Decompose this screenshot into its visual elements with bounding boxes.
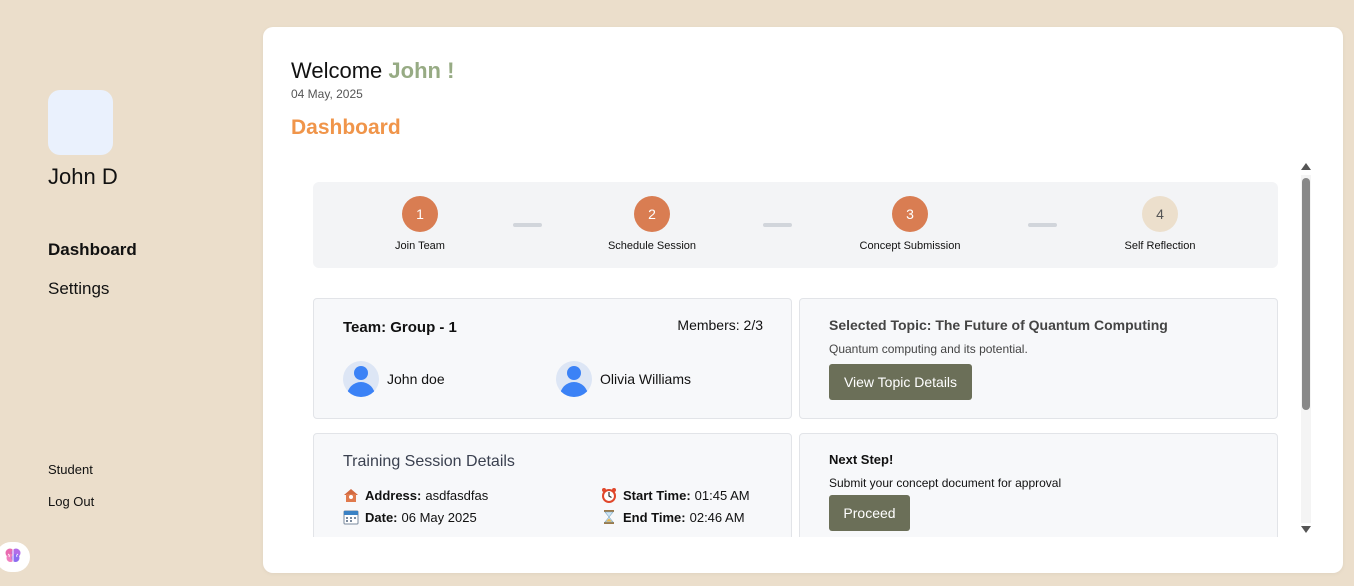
profile-avatar — [48, 90, 113, 155]
step-schedule-session[interactable]: 2 Schedule Session — [587, 196, 717, 252]
step-label: Join Team — [395, 240, 445, 252]
end-time-info: End Time: 02:46 AM — [601, 509, 745, 525]
topic-title: Selected Topic: The Future of Quantum Co… — [829, 317, 1168, 333]
step-number: 2 — [634, 196, 670, 232]
hourglass-icon — [601, 509, 617, 525]
step-connector — [1028, 223, 1057, 227]
nav-dashboard[interactable]: Dashboard — [48, 240, 137, 260]
date-label: Date: — [365, 509, 398, 525]
house-icon — [343, 487, 359, 503]
start-time-value: 01:45 AM — [694, 487, 750, 503]
next-step-description: Submit your concept document for approva… — [829, 476, 1062, 490]
nav-settings[interactable]: Settings — [48, 279, 109, 299]
member-name: John doe — [387, 371, 445, 387]
date-value: 06 May 2025 — [401, 509, 477, 525]
next-step-card: Next Step! Submit your concept document … — [799, 433, 1278, 537]
date-info: Date: 06 May 2025 — [343, 509, 477, 525]
step-number: 1 — [402, 196, 438, 232]
welcome-heading: Welcome John ! — [291, 58, 454, 84]
training-title: Training Session Details — [343, 453, 515, 470]
team-member: Olivia Williams — [556, 361, 691, 397]
step-label: Schedule Session — [607, 240, 697, 252]
topic-card: Selected Topic: The Future of Quantum Co… — [799, 298, 1278, 419]
training-session-card: Training Session Details Address: asdfas… — [313, 433, 792, 537]
end-time-label: End Time: — [623, 509, 686, 525]
step-concept-submission[interactable]: 3 Concept Submission — [845, 196, 975, 252]
welcome-prefix: Welcome — [291, 58, 389, 83]
logout-link[interactable]: Log Out — [48, 494, 94, 509]
members-count: Members: 2/3 — [677, 317, 763, 333]
page-title: Dashboard — [291, 116, 401, 139]
step-connector — [513, 223, 542, 227]
start-time-label: Start Time: — [623, 487, 691, 503]
step-number: 3 — [892, 196, 928, 232]
team-title: Team: Group - 1 — [343, 319, 457, 336]
end-time-value: 02:46 AM — [689, 509, 745, 525]
proceed-button[interactable]: Proceed — [829, 495, 910, 531]
next-step-title: Next Step! — [829, 452, 894, 467]
sidebar: John D Dashboard Settings Student Log Ou… — [0, 0, 263, 586]
calendar-icon — [343, 509, 359, 525]
step-connector — [763, 223, 792, 227]
team-member: John doe — [343, 361, 445, 397]
step-label: Self Reflection — [1124, 240, 1196, 252]
assistant-button[interactable] — [0, 542, 30, 572]
address-value: asdfasdfas — [425, 487, 489, 503]
step-join-team[interactable]: 1 Join Team — [355, 196, 485, 252]
start-time-info: Start Time: 01:45 AM — [601, 487, 750, 503]
address-info: Address: asdfasdfas — [343, 487, 488, 503]
member-name: Olivia Williams — [600, 371, 691, 387]
user-role: Student — [48, 462, 93, 477]
brain-icon — [4, 546, 22, 569]
user-name: John D — [48, 164, 118, 189]
step-label: Concept Submission — [859, 240, 961, 252]
address-label: Address: — [365, 487, 422, 503]
current-date: 04 May, 2025 — [291, 87, 363, 101]
view-topic-details-button[interactable]: View Topic Details — [829, 364, 972, 400]
alarm-clock-icon — [601, 487, 617, 503]
scrollbar-thumb[interactable] — [1302, 178, 1310, 410]
step-self-reflection[interactable]: 4 Self Reflection — [1095, 196, 1225, 252]
step-number: 4 — [1142, 196, 1178, 232]
scroll-up-arrow-icon[interactable] — [1301, 163, 1311, 170]
content-scrollbar[interactable] — [1299, 163, 1313, 539]
scroll-down-arrow-icon[interactable] — [1301, 526, 1311, 533]
main-panel: Welcome John ! 04 May, 2025 Dashboard 1 … — [263, 27, 1343, 573]
user-icon — [556, 361, 592, 397]
dashboard-content[interactable]: 1 Join Team 2 Schedule Session 3 Concept… — [313, 182, 1278, 537]
progress-stepper: 1 Join Team 2 Schedule Session 3 Concept… — [313, 182, 1278, 268]
topic-description: Quantum computing and its potential. — [829, 342, 1028, 356]
welcome-name: John ! — [388, 58, 455, 83]
team-card: Team: Group - 1 Members: 2/3 John doe Ol… — [313, 298, 792, 419]
user-icon — [343, 361, 379, 397]
